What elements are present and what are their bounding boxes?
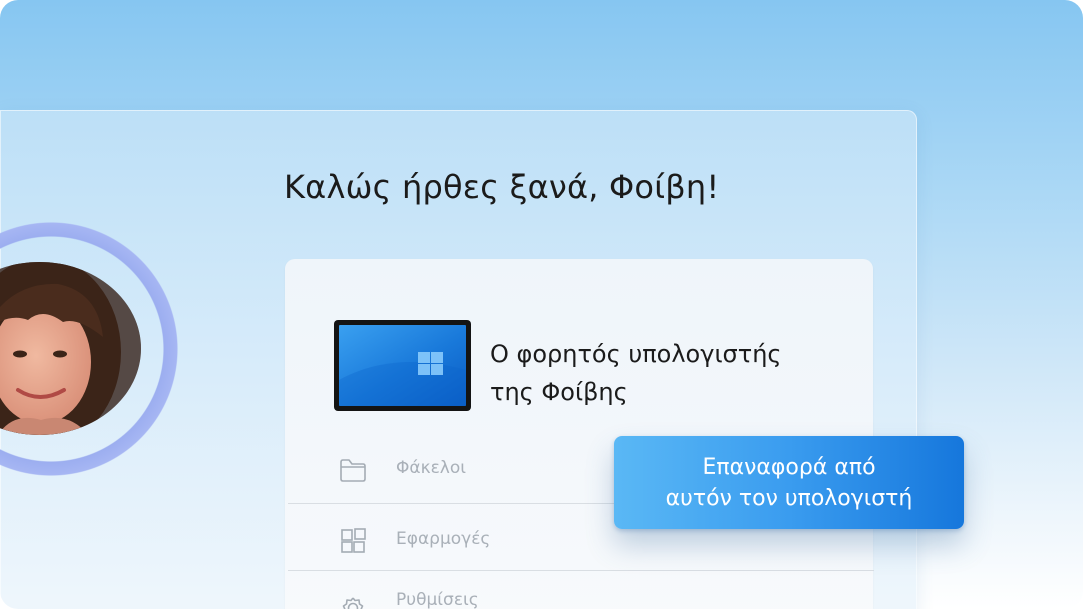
folder-icon [338, 456, 368, 484]
restore-button-line2: αυτόν τον υπολογιστή [665, 485, 913, 511]
device-name-line2: της Φοίβης [490, 378, 628, 406]
device-name: Ο φορητός υπολογιστής της Φοίβης [490, 335, 830, 411]
restore-button-line1: Επαναφορά από [702, 454, 876, 480]
app-frame: Καλώς ήρθες ξανά, Φοίβη! Ο φορητός υπολο… [0, 0, 1083, 609]
apps-icon [338, 527, 368, 555]
menu-item-settings[interactable]: Ρυθμίσεις [288, 568, 874, 609]
device-name-line1: Ο φορητός υπολογιστής [490, 340, 782, 368]
menu-item-label: Εφαρμογές [396, 529, 491, 549]
menu-item-label: Ρυθμίσεις [396, 590, 479, 609]
menu-item-label: Φάκελοι [396, 458, 467, 478]
restore-from-this-pc-button[interactable]: Επαναφορά από αυτόν τον υπολογιστή [614, 436, 964, 529]
gear-icon [338, 588, 368, 609]
laptop-screen-icon [334, 320, 471, 411]
welcome-title: Καλώς ήρθες ξανά, Φοίβη! [284, 168, 720, 206]
